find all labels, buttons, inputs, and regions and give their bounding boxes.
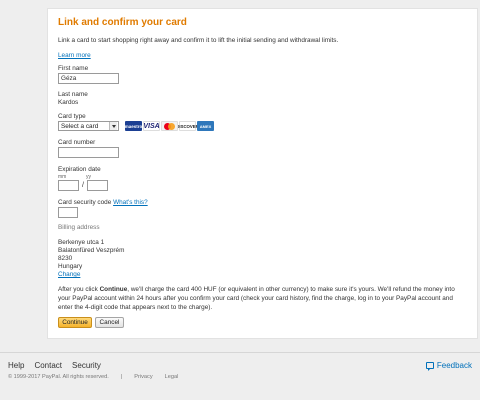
- expiry-month-field[interactable]: [58, 180, 79, 191]
- form-content: Link and confirm your card Link a card t…: [58, 17, 468, 328]
- footer-nav: Help Contact Security: [8, 361, 101, 370]
- card-type-selected: Select a card: [61, 122, 99, 130]
- expiry-year-field[interactable]: [86, 180, 108, 191]
- cancel-button[interactable]: Cancel: [95, 317, 124, 328]
- expiration-label: Expiration date: [58, 166, 101, 173]
- legal-link[interactable]: Legal: [165, 374, 179, 380]
- security-code-row: Card security code What's this?: [58, 199, 468, 207]
- feedback-label: Feedback: [436, 361, 472, 370]
- last-name-value: Kardos: [58, 99, 79, 106]
- copyright-text: © 1999-2017 PayPal. All rights reserved.: [8, 374, 109, 380]
- notice-continue-bold: Continue: [99, 286, 128, 293]
- footer-legal: © 1999-2017 PayPal. All rights reserved.…: [8, 374, 190, 380]
- first-name-label: First name: [58, 65, 89, 72]
- intro-text: Link a card to start shopping right away…: [58, 37, 339, 44]
- footer-help-link[interactable]: Help: [8, 361, 24, 370]
- footer-contact-link[interactable]: Contact: [34, 361, 62, 370]
- address-line: 8230: [58, 255, 73, 262]
- learn-more-link[interactable]: Learn more: [58, 52, 468, 59]
- charge-notice: After you click Continue, we'll charge t…: [58, 285, 468, 312]
- last-name-label: Last name: [58, 91, 88, 98]
- page-title: Link and confirm your card: [58, 17, 187, 28]
- security-code-label: Card security code: [58, 199, 112, 206]
- first-name-field[interactable]: [58, 73, 119, 84]
- maestro-logo-icon: maestro: [125, 121, 142, 131]
- card-number-label: Card number: [58, 139, 96, 146]
- chevron-down-icon: [109, 122, 117, 130]
- visa-logo-icon: VISA: [143, 121, 160, 131]
- address-line: Balatonfüred Veszprém: [58, 247, 125, 254]
- card-number-field[interactable]: [58, 147, 119, 158]
- date-separator: /: [82, 182, 84, 189]
- discover-logo-icon: DISCOVER: [176, 121, 199, 131]
- privacy-link[interactable]: Privacy: [134, 374, 152, 380]
- whats-this-link[interactable]: What's this?: [113, 199, 148, 206]
- mastercard-logo-icon: [161, 121, 178, 131]
- card-type-label: Card type: [58, 113, 86, 120]
- billing-address-label: Billing address: [58, 224, 100, 231]
- continue-button[interactable]: Continue: [58, 317, 92, 328]
- address-line: Hungary: [58, 263, 83, 270]
- link-card-panel: Link and confirm your card Link a card t…: [47, 8, 478, 339]
- address-line: Berkenye utca 1: [58, 239, 105, 246]
- feedback-button[interactable]: Feedback: [425, 361, 472, 371]
- card-logos: maestro VISA DISCOVER AMEX: [125, 121, 214, 131]
- footer-security-link[interactable]: Security: [72, 361, 101, 370]
- change-address-link[interactable]: Change: [58, 271, 80, 278]
- notice-before: After you click: [58, 286, 100, 293]
- footer-divider: [0, 352, 480, 353]
- security-code-field[interactable]: [58, 207, 78, 218]
- amex-logo-icon: AMEX: [197, 121, 214, 131]
- speech-bubble-icon: [425, 362, 434, 371]
- billing-address: Berkenye utca 1 Balatonfüred Veszprém 82…: [58, 239, 468, 279]
- footer-separator: |: [120, 374, 123, 380]
- card-type-select[interactable]: Select a card: [58, 121, 119, 131]
